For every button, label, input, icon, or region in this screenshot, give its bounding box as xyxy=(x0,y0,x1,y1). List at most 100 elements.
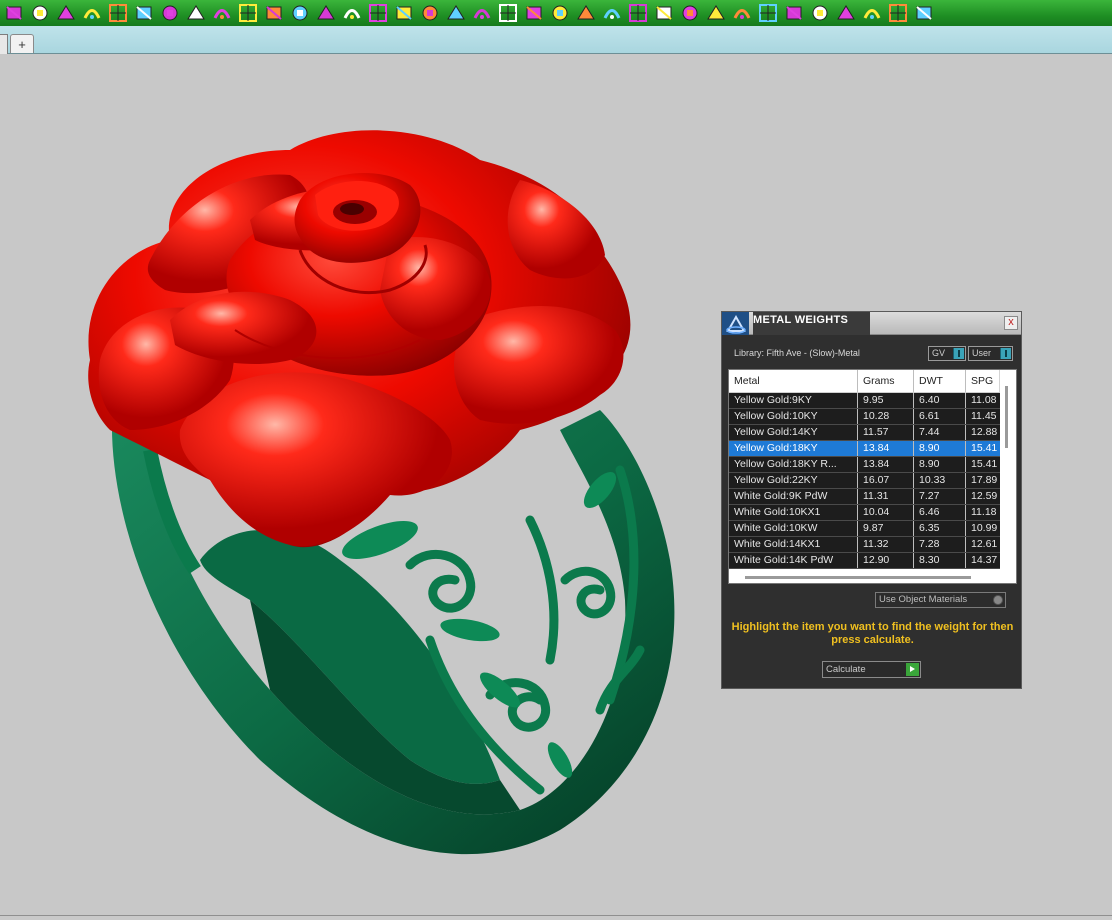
toggle-icon xyxy=(953,348,964,359)
table-row[interactable]: Yellow Gold:10KY 10.28 6.61 11.45 xyxy=(729,409,1000,425)
cell-spg: 12.88 xyxy=(971,426,998,438)
box-icon[interactable] xyxy=(184,2,208,24)
gem-arrow-icon[interactable] xyxy=(392,2,416,24)
cross-icon[interactable] xyxy=(860,2,884,24)
toggle-icon xyxy=(1000,348,1011,359)
cell-grams: 11.57 xyxy=(858,425,914,440)
table-row[interactable]: White Gold:14KX1 11.32 7.28 12.61 xyxy=(729,537,1000,553)
user-toggle[interactable]: User xyxy=(968,346,1013,361)
cell-grams: 11.32 xyxy=(858,537,914,552)
arch-icon[interactable] xyxy=(444,2,468,24)
gem-flag-icon[interactable] xyxy=(418,2,442,24)
horizontal-scrollbar[interactable] xyxy=(745,576,971,579)
column-header-metal[interactable]: Metal xyxy=(729,370,858,392)
calculate-label: Calculate xyxy=(826,664,866,675)
tiles-icon[interactable] xyxy=(808,2,832,24)
cell-dwt: 10.33 xyxy=(914,473,966,488)
dots-grid-icon[interactable] xyxy=(522,2,546,24)
cell-metal: White Gold:14KX1 xyxy=(729,537,858,552)
ring-icon[interactable] xyxy=(496,2,520,24)
table-row[interactable]: Yellow Gold:9KY 9.95 6.40 11.08 xyxy=(729,393,1000,409)
layers-icon[interactable] xyxy=(782,2,806,24)
grid-icon[interactable] xyxy=(314,2,338,24)
cell-metal: Yellow Gold:14KY xyxy=(729,425,858,440)
cell-spg: 12.61 xyxy=(971,538,998,550)
cube-icon[interactable] xyxy=(886,2,910,24)
cell-grams: 9.95 xyxy=(858,393,914,408)
checker-icon[interactable] xyxy=(652,2,676,24)
column-header-dwt[interactable]: DWT xyxy=(914,370,966,392)
gear-icon[interactable] xyxy=(912,2,936,24)
pentagon-icon[interactable] xyxy=(730,2,754,24)
panel-title: METAL WEIGHTS xyxy=(753,312,870,335)
table-row[interactable]: Yellow Gold:14KY 11.57 7.44 12.88 xyxy=(729,425,1000,441)
metal-table[interactable]: Metal Grams DWT SPG Yellow Gold:9KY 9.95 6… xyxy=(728,369,1017,584)
tab-strip: + xyxy=(0,26,1112,54)
use-object-materials-label: Use Object Materials xyxy=(879,594,968,605)
arc-icon[interactable] xyxy=(548,2,572,24)
bend-icon[interactable] xyxy=(236,2,260,24)
branch-icon[interactable] xyxy=(626,2,650,24)
mesh-icon[interactable] xyxy=(834,2,858,24)
lattice-icon[interactable] xyxy=(366,2,390,24)
table-row[interactable]: Yellow Gold:18KY 13.84 8.90 15.41 xyxy=(729,441,1000,457)
cell-spg: 14.37 xyxy=(971,554,998,566)
rose-top xyxy=(88,130,631,548)
table-row[interactable]: White Gold:10KW 9.87 6.35 10.99 xyxy=(729,521,1000,537)
vertical-scrollbar[interactable] xyxy=(1005,386,1008,448)
arrows-up-icon[interactable] xyxy=(756,2,780,24)
cell-dwt: 7.44 xyxy=(914,425,966,440)
cell-metal: Yellow Gold:18KY xyxy=(729,441,858,456)
document-tab[interactable] xyxy=(0,34,8,54)
surface-icon[interactable] xyxy=(54,2,78,24)
points-icon[interactable] xyxy=(28,2,52,24)
magnet-icon[interactable] xyxy=(80,2,104,24)
status-divider xyxy=(0,915,1112,916)
cell-metal: Yellow Gold:22KY xyxy=(729,473,858,488)
cell-grams: 13.84 xyxy=(858,441,914,456)
fence-icon[interactable] xyxy=(262,2,286,24)
cell-metal: White Gold:14K PdW xyxy=(729,553,858,568)
table-row[interactable]: Yellow Gold:18KY R... 13.84 8.90 15.41 xyxy=(729,457,1000,473)
solid-icon[interactable] xyxy=(210,2,234,24)
twist-icon[interactable] xyxy=(470,2,494,24)
calculate-button[interactable]: Calculate xyxy=(822,661,921,678)
cell-dwt: 8.90 xyxy=(914,441,966,456)
table-row[interactable]: White Gold:9K PdW 11.31 7.27 12.59 xyxy=(729,489,1000,505)
cell-grams: 13.84 xyxy=(858,457,914,472)
add-tab-button[interactable]: + xyxy=(10,34,34,53)
curve-icon[interactable] xyxy=(2,2,26,24)
sparkle-icon[interactable] xyxy=(600,2,624,24)
cell-metal: Yellow Gold:10KY xyxy=(729,409,858,424)
cell-spg: 15.41 xyxy=(971,458,998,470)
cell-grams: 10.04 xyxy=(858,505,914,520)
cell-metal: White Gold:10KW xyxy=(729,521,858,536)
extrude-icon[interactable] xyxy=(132,2,156,24)
rotate-icon[interactable] xyxy=(106,2,130,24)
star-icon[interactable] xyxy=(704,2,728,24)
cell-spg: 15.41 xyxy=(971,442,998,454)
close-icon[interactable]: x xyxy=(1004,316,1018,330)
panel-header[interactable]: METAL WEIGHTS x xyxy=(722,312,1021,335)
column-header-spg[interactable]: SPG xyxy=(966,370,1000,392)
cell-spg: 10.99 xyxy=(971,522,998,534)
cell-grams: 16.07 xyxy=(858,473,914,488)
cell-dwt: 6.61 xyxy=(914,409,966,424)
table-row[interactable]: White Gold:14K PdW 12.90 8.30 14.37 xyxy=(729,553,1000,569)
stack-icon[interactable] xyxy=(340,2,364,24)
cursor-icon[interactable] xyxy=(574,2,598,24)
grid-select-icon[interactable] xyxy=(288,2,312,24)
table-row[interactable]: White Gold:10KX1 10.04 6.46 11.18 xyxy=(729,505,1000,521)
panel-icon[interactable] xyxy=(158,2,182,24)
cell-dwt: 8.90 xyxy=(914,457,966,472)
play-icon xyxy=(906,663,919,676)
column-header-grams[interactable]: Grams xyxy=(858,370,914,392)
cell-spg: 11.08 xyxy=(971,394,997,406)
table-row[interactable]: Yellow Gold:22KY 16.07 10.33 17.89 xyxy=(729,473,1000,489)
use-object-materials-select[interactable]: Use Object Materials xyxy=(875,592,1006,608)
user-label: User xyxy=(972,348,992,358)
cell-metal: Yellow Gold:9KY xyxy=(729,393,858,408)
gv-toggle[interactable]: GV xyxy=(928,346,966,361)
gv-label: GV xyxy=(932,348,946,358)
lamp-icon[interactable] xyxy=(678,2,702,24)
